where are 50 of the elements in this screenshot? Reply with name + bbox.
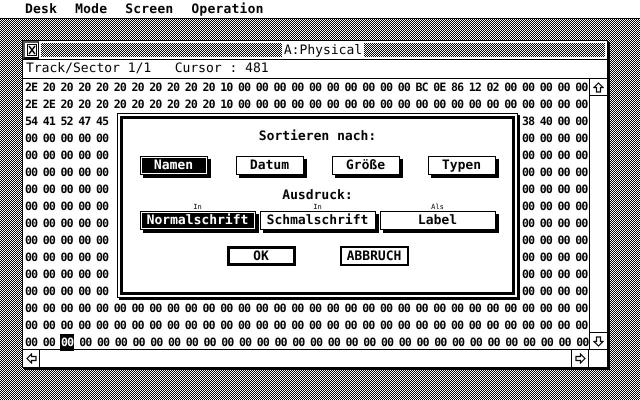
window-title: A:Physical <box>282 42 364 58</box>
dialog-heading: Ausdruck: <box>282 188 353 203</box>
hex-bytes: 00 00 00 00 <box>522 266 589 283</box>
info-line: Track/Sector 1/1 Cursor : 481 <box>23 60 607 79</box>
menu-title[interactable]: Screen <box>124 2 174 16</box>
hex-bytes: 54 41 52 47 45 <box>25 113 108 130</box>
close-button[interactable] <box>23 41 39 59</box>
left-arrow-icon <box>26 353 36 364</box>
menu-title[interactable]: Operation <box>190 2 265 16</box>
hex-bytes: 00 00 00 00 <box>522 215 589 232</box>
hex-bytes: 00 00 00 00 00 00 00 00 00 00 00 00 00 00 00 00 00 00 00 00 00 00 00 00 00 00 00 00 00 <box>79 334 589 351</box>
hex-bytes: 00 00 00 00 <box>522 130 589 147</box>
menu-title[interactable]: Mode <box>74 2 108 16</box>
hex-bytes: 00 00 00 00 <box>522 232 589 249</box>
scroll-up-button[interactable] <box>590 79 607 96</box>
dialog-button[interactable]: OK <box>226 246 296 266</box>
hex-bytes: 00 00 00 00 00 <box>25 130 108 147</box>
hex-bytes: 00 00 00 00 00 00 00 00 00 00 00 00 00 00 00 00 00 00 00 00 00 00 00 00 00 00 00 00 00 00 00 00 <box>25 300 588 317</box>
hex-bytes: 00 00 00 00 <box>522 181 589 198</box>
scroll-left-button[interactable] <box>23 350 40 367</box>
scroll-right-button[interactable] <box>571 350 588 367</box>
hex-bytes: 00 00 00 00 00 <box>25 198 108 215</box>
hex-bytes: 00 00 00 00 00 <box>25 266 108 283</box>
right-arrow-icon <box>574 353 586 364</box>
close-icon <box>26 44 36 56</box>
hex-bytes: 00 00 00 00 <box>522 164 589 181</box>
hex-bytes: 00 00 00 00 00 <box>25 181 108 198</box>
menu-title[interactable]: Desk <box>24 2 58 16</box>
hex-bytes: 00 00 00 00 00 00 00 00 00 00 00 00 00 00 00 00 00 00 00 00 00 00 00 00 00 00 00 00 00 00 00 00 <box>25 317 588 334</box>
hex-bytes: 00 00 00 00 00 <box>25 249 108 266</box>
hex-bytes: 00 00 00 00 00 <box>25 215 108 232</box>
hex-bytes: 00 00 <box>25 334 55 351</box>
up-arrow-icon <box>592 82 604 92</box>
hex-bytes: 00 00 00 00 <box>522 198 589 215</box>
hex-bytes: 2E 20 20 20 20 20 20 20 20 20 20 10 00 00 00 00 00 00 00 00 00 00 BC 0E 86 12 02 00 00 00 00 00 <box>25 79 588 96</box>
hex-bytes: 00 00 00 00 00 <box>25 232 108 249</box>
dialog-heading: Sortieren nach: <box>258 129 376 144</box>
hex-bytes: 2E 2E 20 20 20 20 20 20 20 20 20 10 00 00 00 00 00 00 00 00 00 00 00 00 00 00 00 00 00 00 00 00 <box>25 96 588 113</box>
dialog-button[interactable]: ABBRUCH <box>340 246 408 266</box>
scroll-down-button[interactable] <box>590 332 607 349</box>
title-bar[interactable]: A:Physical <box>41 43 605 57</box>
hex-bytes: 00 00 00 00 00 <box>25 164 108 181</box>
hex-bytes: 00 00 00 00 00 <box>25 283 108 300</box>
down-arrow-icon <box>592 336 604 346</box>
hex-bytes: 38 40 00 00 <box>522 113 589 130</box>
hex-bytes: 00 00 00 00 <box>522 249 589 266</box>
hex-bytes: 00 00 00 00 00 <box>25 147 108 164</box>
hex-bytes: 00 00 00 00 <box>522 283 589 300</box>
cursor-byte: 00 <box>60 334 74 351</box>
hex-bytes: 00 00 00 00 <box>522 147 589 164</box>
